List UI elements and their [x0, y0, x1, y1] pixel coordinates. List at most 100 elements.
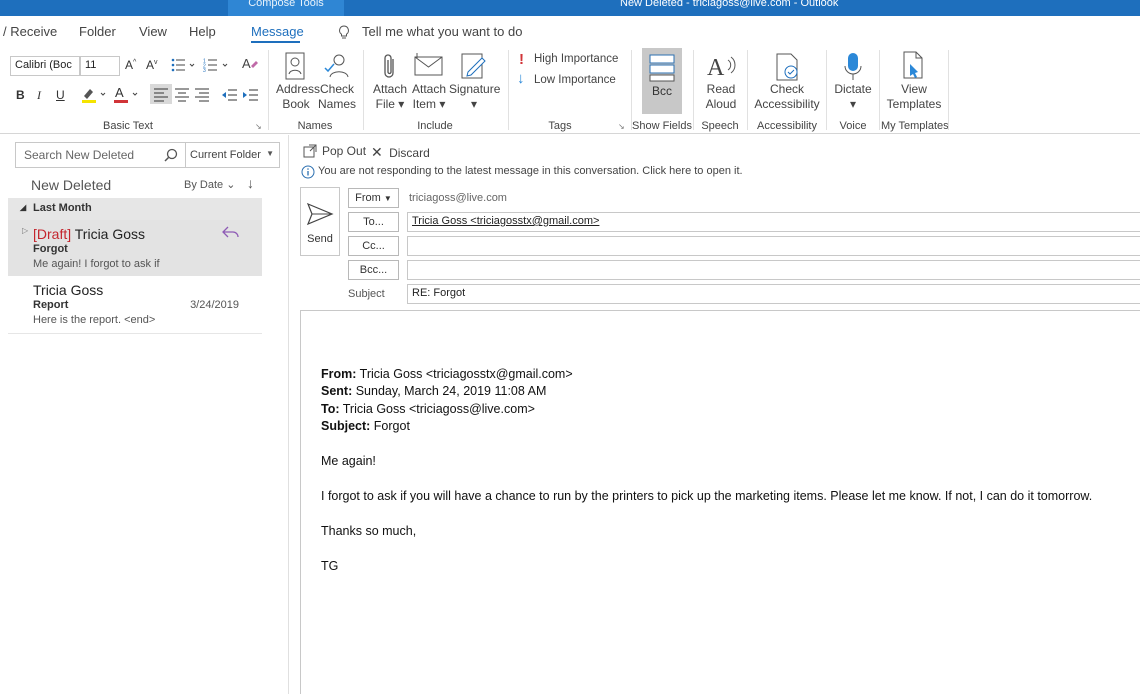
dialog-launcher-icon[interactable]: ↘: [255, 122, 262, 131]
quoted-sent-label: Sent:: [321, 384, 353, 398]
attach-item-label-1: Attach: [411, 82, 447, 96]
read-aloud-button[interactable]: Read Aloud: [699, 82, 743, 112]
dictate-label-2: ▾: [849, 97, 857, 111]
to-button[interactable]: To...: [348, 212, 399, 232]
group-separator: [631, 50, 632, 130]
paperclip-icon[interactable]: [382, 52, 398, 80]
bcc-toggle-button[interactable]: Bcc: [642, 48, 682, 114]
group-label-voice: Voice: [839, 120, 867, 132]
pop-out-button[interactable]: Pop Out: [303, 144, 366, 158]
microphone-icon[interactable]: [843, 52, 863, 82]
shrink-font-icon[interactable]: Av: [146, 58, 158, 72]
signature-label-2: ▾: [470, 97, 478, 111]
quoted-from-value: Tricia Goss <triciagosstx@gmail.com>: [356, 367, 573, 381]
font-size-select[interactable]: 11: [80, 56, 120, 76]
font-family-select[interactable]: Calibri (Boc: [10, 56, 80, 76]
subject-field[interactable]: RE: Forgot: [407, 284, 1140, 304]
bold-icon[interactable]: B: [16, 88, 25, 102]
signature-button[interactable]: Signature ▾: [449, 82, 500, 112]
quoted-from-line: From: Tricia Goss <triciagosstx@gmail.co…: [321, 367, 573, 381]
chevron-down-icon: ⌄: [226, 179, 236, 191]
tab-folder[interactable]: Folder: [79, 24, 116, 39]
grow-font-icon[interactable]: A^: [125, 58, 136, 72]
view-templates-icon[interactable]: [901, 50, 927, 80]
context-tab-compose-tools: Compose Tools: [228, 0, 344, 16]
attach-file-button[interactable]: Attach File ▾: [371, 82, 409, 112]
chevron-down-icon: ▼: [266, 149, 274, 158]
expand-conversation-icon[interactable]: ▷: [22, 226, 28, 235]
address-book-button[interactable]: Address Book: [276, 82, 320, 112]
search-input[interactable]: Search New Deleted: [15, 142, 186, 168]
increase-indent-icon[interactable]: [241, 84, 259, 104]
attach-item-button[interactable]: Attach Item ▾: [410, 82, 448, 112]
read-aloud-label-1: Read: [706, 82, 736, 96]
sort-by-button[interactable]: By Date ⌄: [184, 178, 235, 191]
list-item[interactable]: Tricia Goss Report 3/24/2019 Here is the…: [8, 276, 262, 334]
send-label: Send: [307, 233, 333, 245]
bcc-field[interactable]: [407, 260, 1140, 280]
list-item[interactable]: ▷ [Draft] Tricia Goss Forgot Me again! I…: [8, 220, 262, 276]
address-book-icon[interactable]: [284, 52, 306, 80]
info-icon: [301, 165, 315, 179]
quoted-sent-value: Sunday, March 24, 2019 11:08 AM: [352, 384, 547, 398]
decrease-indent-icon[interactable]: [220, 84, 238, 104]
group-label-my-templates: My Templates: [881, 120, 949, 132]
view-templates-button[interactable]: View Templates: [884, 82, 944, 112]
font-color-icon[interactable]: A: [113, 85, 141, 104]
signature-icon[interactable]: [460, 52, 488, 80]
mail-preview: Here is the report. <end>: [33, 314, 156, 326]
to-field[interactable]: Tricia Goss <triciagosstx@gmail.com>: [407, 212, 1140, 232]
group-header-last-month[interactable]: ◢ Last Month: [8, 198, 262, 220]
info-bar[interactable]: You are not responding to the latest mes…: [301, 165, 743, 179]
address-book-label-1: Address: [276, 82, 321, 96]
bullets-icon[interactable]: [171, 58, 195, 72]
check-names-icon[interactable]: [323, 52, 351, 80]
folder-title: New Deleted: [31, 177, 112, 193]
tab-view[interactable]: View: [139, 24, 167, 39]
quoted-sent-line: Sent: Sunday, March 24, 2019 11:08 AM: [321, 384, 546, 398]
bcc-button[interactable]: Bcc...: [348, 260, 399, 280]
low-importance-button[interactable]: Low Importance: [534, 74, 616, 86]
italic-icon[interactable]: I: [37, 88, 41, 103]
quoted-subject-value: Forgot: [370, 419, 410, 433]
check-accessibility-button[interactable]: Check Accessibility: [753, 82, 821, 112]
envelope-icon[interactable]: [414, 52, 444, 78]
cc-field[interactable]: [407, 236, 1140, 256]
group-label-names: Names: [297, 120, 333, 132]
high-importance-icon[interactable]: !: [519, 51, 524, 68]
mail-date: 3/24/2019: [190, 299, 239, 311]
group-separator: [508, 50, 509, 130]
menu-bar: / Receive Folder View Help Message Tell …: [0, 16, 1140, 46]
numbering-icon[interactable]: 123: [203, 58, 229, 72]
quoted-to-value: Tricia Goss <triciagoss@live.com>: [339, 402, 535, 416]
tab-help[interactable]: Help: [189, 24, 216, 39]
align-center-icon[interactable]: [173, 84, 191, 104]
align-left-icon[interactable]: [150, 84, 172, 104]
to-recipient[interactable]: Tricia Goss <triciagosstx@gmail.com>: [412, 215, 599, 227]
dictate-button[interactable]: Dictate ▾: [832, 82, 874, 112]
underline-icon[interactable]: U: [56, 88, 65, 102]
search-scope-select[interactable]: Current Folder ▼: [185, 142, 280, 168]
clear-formatting-icon[interactable]: A: [242, 56, 258, 72]
read-aloud-icon[interactable]: A: [706, 52, 736, 80]
search-icon[interactable]: [164, 148, 178, 162]
active-tab-underline: [251, 41, 300, 43]
tab-send-receive[interactable]: / Receive: [3, 24, 57, 39]
accessibility-check-icon[interactable]: [774, 52, 802, 82]
highlight-icon[interactable]: [80, 86, 108, 104]
low-importance-icon[interactable]: ↓: [517, 70, 525, 87]
check-names-button[interactable]: Check Names: [318, 82, 356, 112]
send-button[interactable]: Send: [300, 187, 340, 256]
message-body[interactable]: From: Tricia Goss <triciagosstx@gmail.co…: [300, 310, 1140, 694]
discard-button[interactable]: ✕ Discard: [371, 144, 430, 161]
align-right-icon[interactable]: [193, 84, 211, 104]
tab-message[interactable]: Message: [251, 24, 304, 39]
dialog-launcher-icon[interactable]: ↘: [618, 122, 625, 131]
quoted-from-label: From:: [321, 367, 357, 381]
tell-me-search[interactable]: Tell me what you want to do: [362, 24, 522, 39]
high-importance-button[interactable]: High Importance: [534, 53, 618, 65]
group-separator: [693, 50, 694, 130]
from-button[interactable]: From ▼: [348, 188, 399, 208]
sort-direction-icon[interactable]: ↓: [247, 175, 254, 191]
cc-button[interactable]: Cc...: [348, 236, 399, 256]
